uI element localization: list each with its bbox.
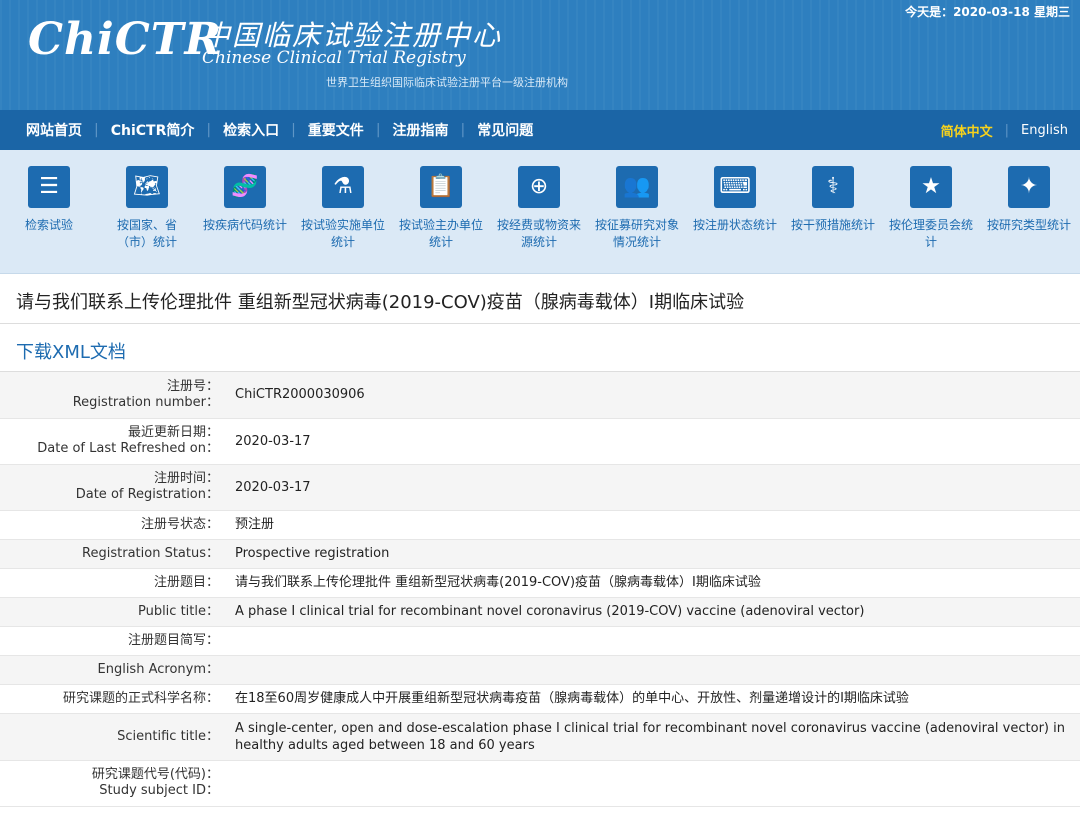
stat-by-registration-status[interactable]: ⌨ 按注册状态统计 [686, 166, 784, 273]
stat-label: 按干预措施统计 [790, 218, 875, 232]
chictr-logo[interactable]: ChiCTR [28, 14, 222, 65]
table-row: 研究课题的正式科学名称： 在18至60周岁健康成人中开展重组新型冠状病毒疫苗（腺… [0, 684, 1080, 714]
stat-label: 按注册状态统计 [692, 218, 777, 232]
table-row: 最近更新日期： Date of Last Refreshed on： 2020-0… [0, 418, 1080, 465]
people-icon: 👥 [616, 166, 658, 208]
keyboard-icon: ⌨ [714, 166, 756, 208]
lang-english[interactable]: English [1021, 123, 1068, 138]
stat-label: 按征募研究对象情况统计 [594, 218, 679, 249]
stat-search-trials[interactable]: ☰ 检索试验 [0, 166, 98, 273]
table-row: Registration Status： Prospective registr… [0, 539, 1080, 569]
nav-divider: | [460, 122, 466, 138]
stat-label: 检索试验 [24, 218, 73, 232]
nav-divider: | [94, 122, 99, 138]
stat-label: 按疾病代码统计 [202, 218, 287, 232]
list-icon: ☰ [28, 166, 70, 208]
nav-divider: | [375, 122, 381, 138]
field-value: A single-center, open and dose-escalatio… [227, 713, 1080, 761]
stat-label: 按国家、省（市）统计 [116, 218, 177, 249]
field-label: 研究课题的正式科学名称： [0, 684, 227, 714]
field-value: 在18至60周岁健康成人中开展重组新型冠状病毒疫苗（腺病毒载体）的单中心、开放性… [227, 684, 1080, 714]
nav-about[interactable]: ChiCTR简介 [111, 120, 195, 140]
stat-by-country[interactable]: 🗺 按国家、省（市）统计 [98, 166, 196, 273]
field-value: Prospective registration [227, 539, 1080, 569]
stat-label: 按研究类型统计 [986, 218, 1071, 232]
medkit-icon: ⊕ [518, 166, 560, 208]
stat-by-implementing-unit[interactable]: ⚗ 按试验实施单位统计 [294, 166, 392, 273]
stat-by-disease-code[interactable]: 🧬 按疾病代码统计 [196, 166, 294, 273]
nav-divider: | [291, 122, 296, 138]
nav-faq[interactable]: 常见问题 [477, 120, 533, 140]
field-label: 注册号状态： [0, 510, 227, 540]
stat-label: 按试验实施单位统计 [300, 218, 385, 249]
field-label: 注册号： Registration number： [0, 372, 227, 419]
field-label: 注册题目简写： [0, 626, 227, 656]
field-label: Scientific title： [0, 713, 227, 761]
field-value: ChiCTR2000030906 [227, 372, 1080, 419]
field-label: English Acronym： [0, 655, 227, 685]
nav-divider: | [206, 122, 212, 138]
field-label: 注册时间： Date of Registration： [0, 464, 227, 511]
stat-label: 按经费或物资来源统计 [496, 218, 581, 249]
field-value [227, 626, 1080, 656]
field-label: Registration Status： [0, 539, 227, 569]
table-row: 注册号： Registration number： ChiCTR200003090… [0, 372, 1080, 419]
field-label: 注册题目： [0, 568, 227, 598]
main-nav: 网站首页 | ChiCTR简介 | 检索入口 | 重要文件 | 注册指南 | 常… [0, 110, 1080, 150]
nav-home[interactable]: 网站首页 [26, 120, 82, 140]
table-row: 注册号状态： 预注册 [0, 510, 1080, 540]
stat-by-sponsor[interactable]: 📋 按试验主办单位统计 [392, 166, 490, 273]
current-date: 今天是：2020-03-18 星期三 [905, 5, 1070, 19]
table-row: 注册题目： 请与我们联系上传伦理批件 重组新型冠状病毒(2019-COV)疫苗（… [0, 568, 1080, 598]
table-row: English Acronym： [0, 655, 1080, 685]
field-value: A phase I clinical trial for recombinant… [227, 597, 1080, 627]
table-row: 注册时间： Date of Registration： 2020-03-17 [0, 464, 1080, 511]
doctor-icon: ⚕ [812, 166, 854, 208]
field-value [227, 655, 1080, 685]
nav-documents[interactable]: 重要文件 [308, 120, 364, 140]
world-map-icon: 🗺 [126, 166, 168, 208]
stat-by-recruitment[interactable]: 👥 按征募研究对象情况统计 [588, 166, 686, 273]
field-label: 研究课题代号(代码)： Study subject ID： [0, 760, 227, 807]
site-header: ChiCTR 中国临床试验注册中心 Chinese Clinical Trial… [0, 0, 1080, 110]
flask-icon: ⚗ [322, 166, 364, 208]
stat-label: 按伦理委员会统计 [888, 218, 973, 249]
table-row: Public title： A phase I clinical trial f… [0, 597, 1080, 627]
stat-by-ethics-committee[interactable]: ★ 按伦理委员会统计 [882, 166, 980, 273]
field-value [227, 760, 1080, 807]
field-value: 请与我们联系上传伦理批件 重组新型冠状病毒(2019-COV)疫苗（腺病毒载体）… [227, 568, 1080, 598]
page-title: 请与我们联系上传伦理批件 重组新型冠状病毒(2019-COV)疫苗（腺病毒载体）… [0, 274, 1080, 324]
trial-detail-table: 注册号： Registration number： ChiCTR200003090… [0, 372, 1080, 807]
field-label: Public title： [0, 597, 227, 627]
stat-label: 按试验主办单位统计 [398, 218, 483, 249]
table-row: Scientific title： A single-center, open … [0, 713, 1080, 761]
table-row: 研究课题代号(代码)： Study subject ID： [0, 760, 1080, 807]
language-switch: 简体中文 | English [941, 121, 1080, 140]
sparkle-icon: ✦ [1008, 166, 1050, 208]
clipboard-icon: 📋 [420, 166, 462, 208]
field-value: 2020-03-17 [227, 418, 1080, 465]
dna-icon: 🧬 [224, 166, 266, 208]
download-xml-link[interactable]: 下载XML文档 [0, 324, 1080, 372]
table-row: 注册题目简写： [0, 626, 1080, 656]
nav-divider: | [1004, 122, 1010, 138]
lang-chinese[interactable]: 简体中文 [941, 121, 993, 140]
star-icon: ★ [910, 166, 952, 208]
stat-by-study-type[interactable]: ✦ 按研究类型统计 [980, 166, 1078, 273]
site-title-en: Chinese Clinical Trial Registry [202, 48, 466, 68]
statistics-bar: ☰ 检索试验 🗺 按国家、省（市）统计 🧬 按疾病代码统计 ⚗ 按试验实施单位统计 📋 按… [0, 150, 1080, 274]
stat-by-funding[interactable]: ⊕ 按经费或物资来源统计 [490, 166, 588, 273]
field-value: 预注册 [227, 510, 1080, 540]
site-subtitle: 世界卫生组织国际临床试验注册平台一级注册机构 [326, 76, 568, 89]
field-value: 2020-03-17 [227, 464, 1080, 511]
nav-search[interactable]: 检索入口 [223, 120, 279, 140]
field-label: 最近更新日期： Date of Last Refreshed on： [0, 418, 227, 465]
stat-by-intervention[interactable]: ⚕ 按干预措施统计 [784, 166, 882, 273]
nav-guide[interactable]: 注册指南 [393, 120, 449, 140]
